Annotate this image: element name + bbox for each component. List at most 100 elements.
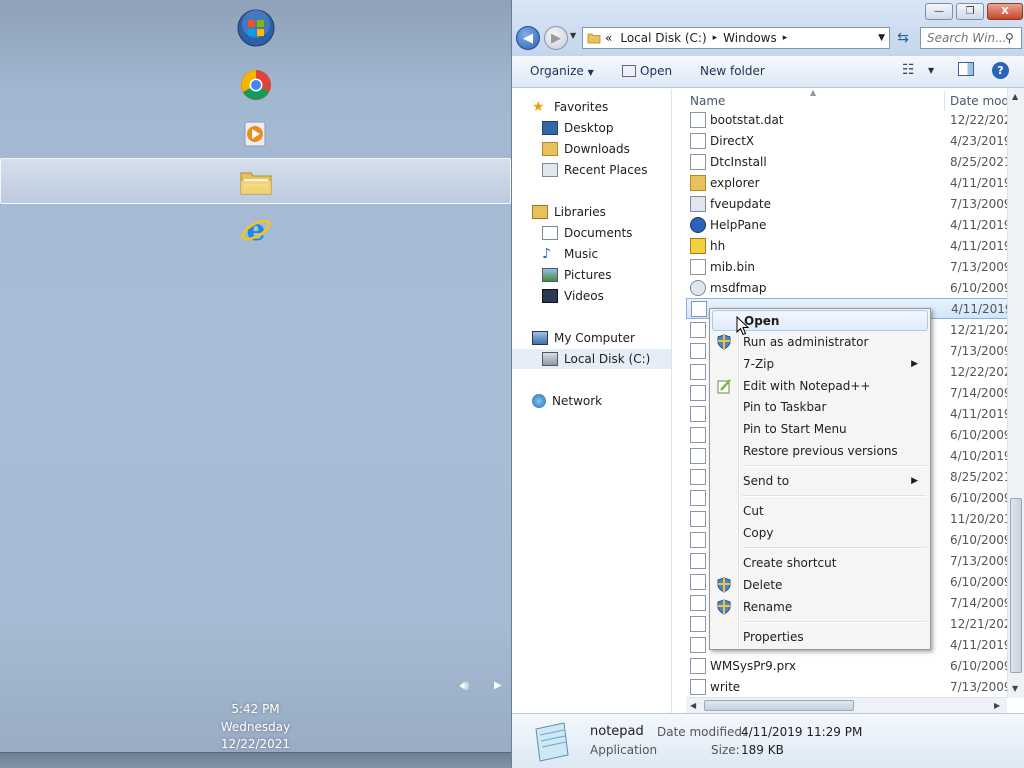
preview-pane-button[interactable] (958, 62, 974, 79)
menu-cut[interactable]: Cut (712, 500, 928, 521)
nav-music[interactable]: ♪ Music (542, 244, 701, 264)
address-separator[interactable]: ▸ (713, 33, 718, 43)
menu-7zip[interactable]: 7-Zip ▶ (712, 353, 928, 374)
clock-date[interactable]: 12/22/2021 (0, 737, 511, 751)
views-icon[interactable]: ☷ (902, 62, 915, 78)
nav-downloads[interactable]: Downloads (542, 139, 701, 159)
search-input[interactable] (927, 31, 1005, 45)
file-row[interactable]: mib.bin 7/13/2009 1 (686, 256, 1023, 277)
menu-create-shortcut[interactable]: Create shortcut (712, 552, 928, 573)
column-header-name[interactable]: Name (690, 91, 725, 111)
submenu-arrow-icon: ▶ (911, 358, 918, 369)
menu-pin-taskbar[interactable]: Pin to Taskbar (712, 396, 928, 417)
clock-day[interactable]: Wednesday (0, 720, 511, 734)
clock-time[interactable]: 5:42 PM (0, 702, 511, 716)
nav-videos[interactable]: Videos (542, 286, 701, 306)
scroll-right-icon[interactable]: ▶ (994, 701, 1000, 710)
menu-label: Cut (743, 503, 764, 518)
taskbar-explorer[interactable] (236, 162, 276, 202)
scroll-up-icon[interactable]: ▲ (1012, 92, 1018, 101)
minimize-button[interactable]: — (925, 3, 953, 20)
new-folder-button[interactable]: New folder (700, 64, 765, 78)
address-separator[interactable]: ▸ (783, 33, 788, 43)
menu-copy[interactable]: Copy (712, 522, 928, 543)
start-button[interactable] (236, 8, 276, 48)
maximize-button[interactable]: ❐ (956, 3, 984, 20)
nav-desktop[interactable]: Desktop (542, 118, 701, 138)
nav-favorites[interactable]: ★ Favorites (532, 97, 691, 117)
forward-button[interactable]: ▶ (544, 26, 568, 50)
nav-documents[interactable]: Documents (542, 223, 701, 243)
refresh-button[interactable]: ⇆ (892, 27, 914, 49)
nav-pictures[interactable]: Pictures (542, 265, 701, 285)
views-dropdown-icon[interactable]: ▼ (928, 66, 934, 75)
tray-expand-icon[interactable]: ▶ (494, 680, 502, 691)
computer-icon (532, 331, 548, 345)
address-segment-windows[interactable]: Windows (723, 31, 777, 45)
menu-separator (742, 495, 926, 497)
menu-pin-start[interactable]: Pin to Start Menu (712, 418, 928, 439)
horizontal-scrollbar[interactable]: ◀ ▶ (686, 697, 1007, 713)
address-segment-local-disk[interactable]: Local Disk (C:) (620, 31, 706, 45)
nav-recent-places[interactable]: Recent Places (542, 160, 701, 180)
nav-my-computer[interactable]: My Computer (532, 328, 691, 348)
taskbar-bottom-edge (0, 752, 511, 768)
scroll-left-icon[interactable]: ◀ (690, 701, 696, 710)
file-row[interactable]: hh 4/11/2019 1 (686, 235, 1023, 256)
menu-edit-notepadpp[interactable]: Edit with Notepad++ (712, 375, 928, 396)
file-row[interactable]: HelpPane 4/11/2019 1 (686, 214, 1023, 235)
address-bar[interactable]: « Local Disk (C:) ▸ Windows ▸ ▼ (582, 27, 890, 49)
preview-pane-icon (958, 62, 974, 76)
menu-send-to[interactable]: Send to ▶ (712, 470, 928, 491)
scroll-down-icon[interactable]: ▼ (1012, 684, 1018, 693)
organize-button[interactable]: Organize ▼ (530, 64, 594, 78)
menu-label: Pin to Start Menu (743, 421, 847, 436)
file-row[interactable]: write 7/13/2009 9 (686, 676, 1023, 697)
file-name: msdfmap (710, 280, 767, 295)
vertical-scrollbar[interactable]: ▲ ▼ (1007, 88, 1024, 698)
file-row[interactable]: msdfmap 6/10/2009 4 (686, 277, 1023, 298)
file-icon (690, 510, 706, 527)
nav-label: Music (564, 247, 599, 261)
file-row[interactable]: WMSysPr9.prx 6/10/2009 4 (686, 655, 1023, 676)
refresh-icon: ⇆ (897, 30, 909, 46)
recent-pages-dropdown[interactable]: ▼ (570, 31, 576, 40)
details-size-value: 189 KB (741, 743, 784, 757)
open-label: Open (640, 64, 673, 78)
taskbar-ie[interactable]: e (236, 210, 276, 250)
file-row[interactable]: explorer 4/11/2019 1 (686, 172, 1023, 193)
nav-label: Downloads (564, 142, 630, 156)
file-icon (690, 216, 706, 233)
menu-rename[interactable]: Rename (712, 596, 928, 617)
taskbar-chrome[interactable] (236, 65, 276, 105)
menu-delete[interactable]: Delete (712, 574, 928, 595)
nav-libraries[interactable]: Libraries (532, 202, 691, 222)
help-button[interactable]: ? (992, 62, 1009, 79)
taskbar: e 🔊︎ ▶ 5:42 PM Wednesday 12/22/2021 (0, 0, 511, 768)
back-button[interactable]: ◀ (516, 26, 540, 50)
file-icon (690, 195, 706, 212)
details-pane: notepad Application Date modified: 4/11/… (512, 713, 1024, 768)
volume-icon[interactable]: 🔊︎ (460, 678, 469, 694)
open-button[interactable]: Open (622, 64, 672, 78)
notepadpp-icon (716, 378, 732, 394)
details-file-name: notepad (590, 724, 644, 739)
vertical-scroll-thumb[interactable] (1010, 498, 1022, 673)
horizontal-scroll-thumb[interactable] (704, 700, 854, 711)
organize-label: Organize (530, 64, 584, 78)
address-dropdown-icon[interactable]: ▼ (878, 33, 885, 43)
nav-label: Favorites (554, 100, 609, 114)
close-button[interactable]: X (987, 3, 1023, 20)
nav-local-disk[interactable]: Local Disk (C:) (512, 349, 671, 369)
file-row[interactable]: DtcInstall 8/25/2021 1 (686, 151, 1023, 172)
taskbar-media-player[interactable] (236, 114, 276, 154)
file-row[interactable]: DirectX 4/23/2019 8 (686, 130, 1023, 151)
nav-network[interactable]: Network (532, 391, 691, 411)
file-row[interactable]: bootstat.dat 12/22/2021 (686, 109, 1019, 130)
media-player-icon (244, 121, 266, 147)
search-box[interactable]: ⚲ (920, 27, 1022, 49)
file-row[interactable]: fveupdate 7/13/2009 9 (686, 193, 1023, 214)
menu-restore-versions[interactable]: Restore previous versions (712, 440, 928, 461)
menu-properties[interactable]: Properties (712, 626, 928, 647)
address-overflow-chevrons[interactable]: « (605, 31, 612, 45)
